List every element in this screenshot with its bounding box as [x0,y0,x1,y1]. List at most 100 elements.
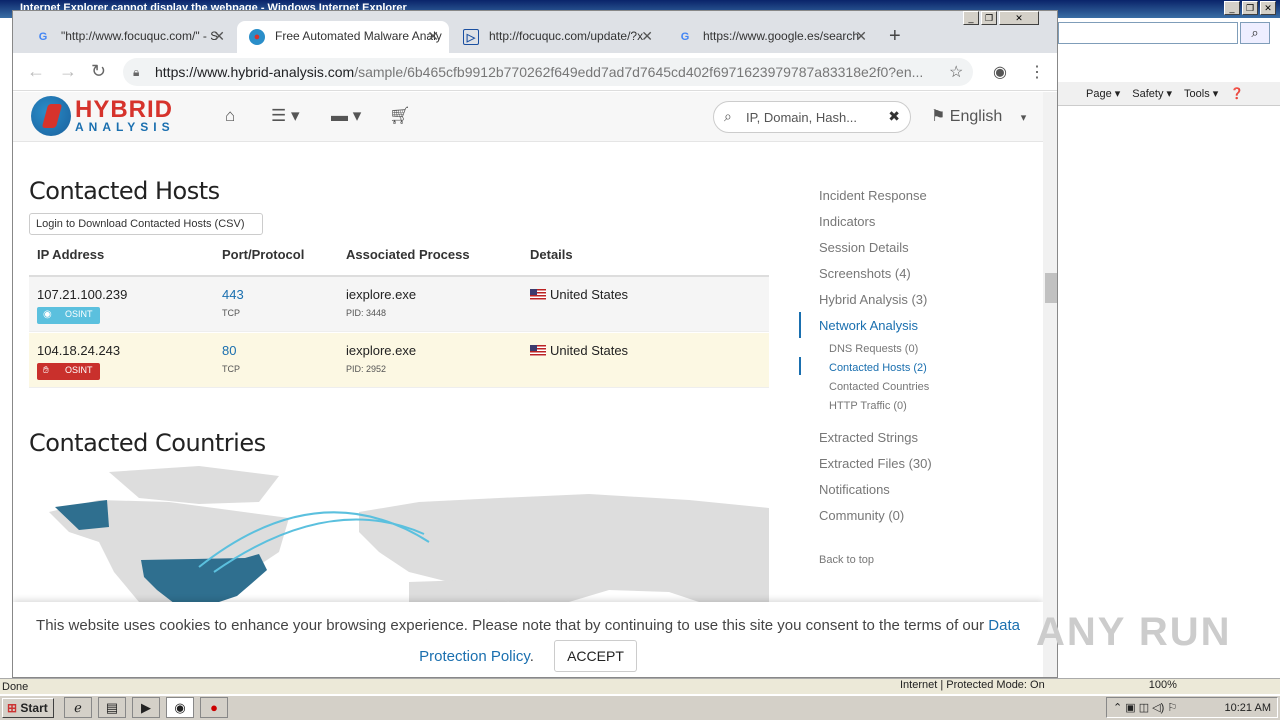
port-link[interactable]: 80 [222,343,236,358]
nav-notifications[interactable]: Notifications [819,482,890,497]
nav-extracted-strings[interactable]: Extracted Strings [819,430,918,445]
close-icon[interactable]: ✕ [641,28,653,45]
country-label: United States [550,343,629,358]
url-host: https://www.hybrid-analysis.com [155,64,355,80]
home-icon[interactable]: ⌂ [225,106,235,126]
status-text: Done [2,681,29,693]
nav-incident-response[interactable]: Incident Response [819,188,927,203]
us-flag-icon [530,289,546,300]
ie-safety-menu[interactable]: Safety ▾ [1132,87,1172,100]
table-row: 107.21.100.239 ◉ OSINT 443 TCP iexplore.e… [29,277,769,332]
tab-strip: G "http://www.focuquc.com/" - S ✕ ● Free… [13,11,1057,53]
start-label: Start [20,701,48,715]
nav-dns-requests[interactable]: DNS Requests (0) [829,343,918,355]
media-taskbar-icon[interactable]: ▶ [132,697,160,718]
nav-contacted-countries[interactable]: Contacted Countries [829,381,929,393]
tab-google-focuquc[interactable]: G "http://www.focuquc.com/" - S ✕ [23,21,235,53]
eye-icon: ◉ [43,309,52,320]
scrollbar[interactable] [1043,92,1057,677]
accept-button[interactable]: ACCEPT [554,640,637,672]
ie-page-menu[interactable]: Page ▾ [1086,87,1120,100]
nav-extracted-files[interactable]: Extracted Files (30) [819,456,932,471]
nav-hybrid-analysis[interactable]: Hybrid Analysis (3) [819,292,927,307]
back-icon[interactable]: ← [27,61,45,82]
anyrun-watermark: ANY RUN [1036,610,1232,654]
contacted-hosts-title: Contacted Hosts [29,177,220,205]
nav-screenshots[interactable]: Screenshots (4) [819,266,911,281]
port-link[interactable]: 443 [222,287,244,302]
language-selector[interactable]: ⚑ English ▾ [931,106,1026,126]
cart-icon[interactable]: 🛒︎ [389,106,411,126]
kebab-menu-icon[interactable]: ⋮ [1029,62,1045,82]
system-tray: ⌃ ▣ ◫ ◁) ⚐ 10:21 AM [1106,697,1278,718]
osint-label: OSINT [65,365,93,375]
bookmark-star-icon[interactable]: ☆ [949,62,963,82]
ie-status-right: Internet | Protected Mode: On 100% [900,679,1177,691]
tab-google-search[interactable]: G https://www.google.es/search ✕ [665,21,877,53]
column-header: Associated Process [346,247,470,262]
hybrid-analysis-logo[interactable]: HYBRID ANALYSIS [31,96,175,136]
contacted-countries-title: Contacted Countries [29,429,266,457]
scrollbar-thumb[interactable] [1045,273,1057,303]
cookie-banner: This website uses cookies to enhance you… [13,602,1043,677]
close-icon[interactable]: ✕ [427,28,439,45]
back-to-top-link[interactable]: Back to top [819,554,874,566]
new-tab-icon[interactable]: + [889,25,901,48]
nav-session-details[interactable]: Session Details [819,240,909,255]
list-menu-icon[interactable]: ☰ ▾ [271,106,300,126]
help-icon[interactable]: ❓ [1230,87,1244,100]
ip-address: 107.21.100.239 [37,287,128,302]
ie-tools-menu[interactable]: Tools ▾ [1184,87,1218,100]
search-icon: ⌕ [724,108,732,124]
active-indicator [799,312,801,338]
folder-menu-icon[interactable]: ▬ ▾ [331,106,361,126]
flag-icon: ⚑ [931,108,946,125]
nav-indicators[interactable]: Indicators [819,214,875,229]
nav-http-traffic[interactable]: HTTP Traffic (0) [829,400,907,412]
clear-icon[interactable]: ✖ [888,108,900,125]
address-bar[interactable]: https://www.hybrid-analysis.com/sample/6… [123,58,973,86]
status-zone: Internet | Protected Mode: On [900,679,1045,691]
column-header: Details [530,247,573,262]
process-pid: PID: 3448 [346,308,387,318]
ip-address: 104.18.24.243 [37,343,121,358]
start-button[interactable]: ⊞ Start [2,698,54,718]
tray-icons[interactable]: ⌃ ▣ ◫ ◁) ⚐ [1113,701,1177,714]
windows-logo-icon: ⊞ [7,701,18,715]
close-icon[interactable]: ✕ [999,11,1039,25]
reload-icon[interactable]: ↻ [91,61,106,82]
nav-community[interactable]: Community (0) [819,508,904,523]
restore-icon[interactable]: ❐ [981,11,997,25]
folder-taskbar-icon[interactable]: ▤ [98,697,126,718]
ie-address-bar[interactable] [1058,22,1238,44]
lock-icon[interactable]: 🔒︎ [133,65,139,80]
tab-focuquc-update[interactable]: ▷ http://focuquc.com/update/?x ✕ [451,21,663,53]
chrome-taskbar-icon[interactable]: ◉ [166,697,194,718]
chrome-window-controls: _ ❐ ✕ [963,11,1039,25]
minimize-icon[interactable]: _ [1224,1,1240,15]
osint-button[interactable]: ✋︎ OSINT [37,363,100,380]
forward-icon[interactable]: → [59,61,77,82]
download-csv-button[interactable]: Login to Download Contacted Hosts (CSV) [29,213,263,235]
close-icon[interactable]: ✕ [855,28,867,45]
nav-network-analysis[interactable]: Network Analysis [819,318,918,333]
logo-text-bottom: ANALYSIS [75,120,175,134]
zoom-level[interactable]: 100% [1149,679,1177,691]
site-search-input[interactable]: ⌕ IP, Domain, Hash... ✖ [713,101,911,133]
google-icon: G [680,31,690,43]
nav-contacted-hosts[interactable]: Contacted Hosts (2) [829,362,927,374]
language-label: English [949,108,1003,125]
protocol: TCP [222,308,240,318]
osint-button[interactable]: ◉ OSINT [37,307,100,324]
close-icon[interactable]: ✕ [1260,1,1276,15]
restore-icon[interactable]: ❐ [1242,1,1258,15]
account-icon[interactable]: ◉ [993,62,1007,82]
opera-taskbar-icon[interactable]: ● [200,697,228,718]
tab-hybrid-analysis[interactable]: ● Free Automated Malware Analy ✕ [237,21,449,53]
minimize-icon[interactable]: _ [963,11,979,25]
country: United States [530,287,628,302]
hybrid-analysis-icon: ● [249,29,265,45]
ie-taskbar-icon[interactable]: ℯ [64,697,92,718]
search-icon[interactable]: ⌕ [1240,22,1270,44]
close-icon[interactable]: ✕ [213,28,225,45]
